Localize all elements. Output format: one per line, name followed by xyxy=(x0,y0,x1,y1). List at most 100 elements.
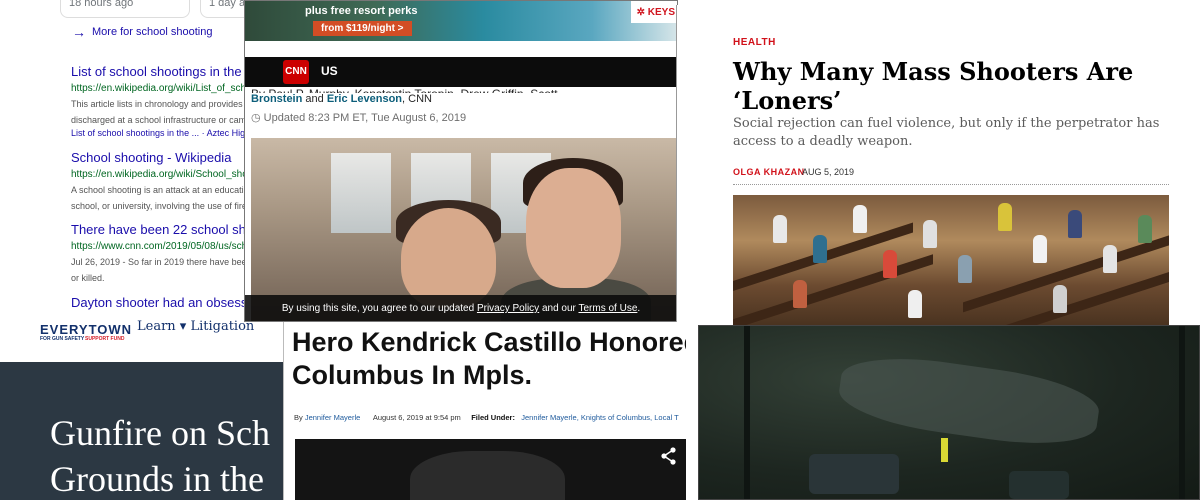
window xyxy=(331,153,391,233)
by-label: By xyxy=(294,413,305,422)
result-sublinks[interactable]: List of school shootings in the ... · Az… xyxy=(71,128,250,138)
article-meta: By Jennifer Mayerle August 6, 2019 at 9:… xyxy=(294,413,679,422)
headline-line: Gunfire on Sch xyxy=(50,413,270,453)
person xyxy=(1033,235,1047,263)
google-results-panel: 18 hours ago 1 day ago → More for school… xyxy=(0,0,250,320)
ad-button[interactable]: from $119/night > xyxy=(313,21,412,36)
cookie-text: . xyxy=(637,303,641,314)
cookie-text: and our xyxy=(539,303,579,314)
updated-text: Updated 8:23 PM ET, Tue August 6, 2019 xyxy=(263,112,467,124)
person xyxy=(998,203,1012,231)
article-title: Why Many Mass Shooters Are ‘Loners’ xyxy=(733,57,1134,115)
person xyxy=(883,250,897,278)
result-title[interactable]: School shooting - Wikipedia xyxy=(71,150,250,165)
share-icon[interactable] xyxy=(661,447,677,470)
everytown-headline: Gunfire on Sch Grounds in the xyxy=(50,410,270,500)
pole xyxy=(744,326,750,499)
cookie-banner: By using this site, you agree to our upd… xyxy=(245,295,677,321)
arrow-right-icon: → xyxy=(72,24,86,40)
person xyxy=(908,290,922,318)
cnn-panel: plus free resort perks from $119/night >… xyxy=(244,0,678,322)
logo-tagline: FOR GUN SAFETY xyxy=(40,336,85,342)
result-snippet: A school shooting is an attack at an edu… xyxy=(71,185,244,195)
result-title[interactable]: List of school shootings in the Un xyxy=(71,64,250,79)
result-snippet: Jul 26, 2019 - So far in 2019 there have… xyxy=(71,257,250,267)
result-title[interactable]: Dayton shooter had an obsession xyxy=(71,295,250,310)
terms-of-use-link[interactable]: Terms of Use xyxy=(578,303,637,314)
section-label[interactable]: US xyxy=(321,64,338,78)
pole xyxy=(1179,326,1185,499)
atlantic-panel: HEALTH Why Many Mass Shooters Are ‘Loner… xyxy=(676,5,1200,325)
wcco-article-panel: Hero Kendrick Castillo Honored Columbus … xyxy=(283,322,686,500)
byline-partial: By Paul P. Murphy, Konstantin Toropin, D… xyxy=(251,85,671,93)
result-url: https://www.cnn.com/2019/05/08/us/school xyxy=(71,241,250,252)
article-title: Hero Kendrick Castillo Honored Columbus … xyxy=(292,326,686,392)
byline-text: , CNN xyxy=(402,93,432,105)
title-line: Hero Kendrick Castillo Honored xyxy=(292,327,686,357)
everytown-hero: Gunfire on Sch Grounds in the xyxy=(0,362,300,500)
ad-text: plus free resort perks xyxy=(305,5,418,17)
person xyxy=(853,205,867,233)
news-card-time: 18 hours ago xyxy=(69,0,134,9)
category-label[interactable]: HEALTH xyxy=(733,37,776,48)
video-player[interactable] xyxy=(295,439,686,500)
news-card[interactable]: 18 hours ago xyxy=(60,0,190,18)
result-snippet: discharged at a school infrastructure or… xyxy=(71,115,250,125)
person xyxy=(1068,210,1082,238)
person xyxy=(793,280,807,308)
logo-tagline-fund: SUPPORT FUND xyxy=(85,336,125,342)
updated-timestamp: ◷ Updated 8:23 PM ET, Tue August 6, 2019 xyxy=(251,111,466,124)
vehicle xyxy=(809,454,899,494)
search-result: List of school shootings in the Un https… xyxy=(71,64,250,138)
person xyxy=(813,235,827,263)
cnn-logo[interactable]: CNN xyxy=(283,60,309,84)
more-results-link[interactable]: More for school shooting xyxy=(92,26,212,38)
result-snippet: or killed. xyxy=(71,273,105,283)
author-link[interactable]: Bronstein xyxy=(251,93,302,105)
vehicle xyxy=(1009,471,1069,499)
search-result: Dayton shooter had an obsession xyxy=(71,295,250,310)
everytown-panel: EVERYTOWN FOR GUN SAFETY SUPPORT FUND Le… xyxy=(0,318,300,500)
clock-icon: ◷ xyxy=(251,112,264,124)
person-face xyxy=(401,208,496,308)
person xyxy=(1138,215,1152,243)
person xyxy=(923,220,937,248)
person xyxy=(773,215,787,243)
everytown-nav[interactable]: Learn ▾ Litigation xyxy=(137,319,254,334)
author-link[interactable]: Jennifer Mayerle xyxy=(305,413,360,422)
pew xyxy=(733,254,933,325)
ad-brand: ✲ KEYS xyxy=(630,1,677,23)
author-link[interactable]: OLGA KHAZAN xyxy=(733,167,805,177)
title-line: Columbus In Mpls. xyxy=(292,360,532,390)
author-link[interactable]: Eric Levenson xyxy=(327,93,402,105)
result-snippet: This article lists in chronology and pro… xyxy=(71,99,250,109)
person xyxy=(1053,285,1067,313)
cnn-navbar: CNN US xyxy=(245,57,677,87)
search-result: School shooting - Wikipedia https://en.w… xyxy=(71,150,250,212)
everytown-logo[interactable]: EVERYTOWN xyxy=(40,322,132,337)
filed-under-label: Filed Under: xyxy=(471,413,515,422)
privacy-policy-link[interactable]: Privacy Policy xyxy=(477,303,539,314)
publish-date: August 6, 2019 at 9:54 pm xyxy=(372,413,461,422)
news-card[interactable]: 1 day ago xyxy=(200,0,250,18)
search-result: There have been 22 school shoot https://… xyxy=(71,222,250,284)
ad-brand-label: KEYS xyxy=(647,7,675,18)
share-icon-graphic xyxy=(661,447,676,465)
snowflake-icon: ✲ xyxy=(636,7,648,18)
filed-under-tags[interactable]: Jennifer Mayerle, Knights of Columbus, L… xyxy=(521,413,678,422)
result-snippet: school, or university, involving the use… xyxy=(71,201,250,211)
person-in-vest xyxy=(941,438,948,462)
result-title[interactable]: There have been 22 school shoot xyxy=(71,222,250,237)
person xyxy=(958,255,972,283)
person-face xyxy=(526,168,621,288)
result-url: https://en.wikipedia.org/wiki/School_sho… xyxy=(71,169,250,180)
article-dek: Social rejection can fuel violence, but … xyxy=(733,116,1160,149)
cookie-text: By using this site, you agree to our upd… xyxy=(281,303,477,314)
resort-ad-banner[interactable]: plus free resort perks from $119/night >… xyxy=(245,1,677,41)
publish-date: AUG 5, 2019 xyxy=(802,167,855,177)
person xyxy=(1103,245,1117,273)
everytown-header: EVERYTOWN FOR GUN SAFETY SUPPORT FUND Le… xyxy=(0,318,300,362)
headline-line: Grounds in the xyxy=(50,459,264,499)
person-silhouette xyxy=(410,451,565,500)
divider xyxy=(733,184,1169,185)
